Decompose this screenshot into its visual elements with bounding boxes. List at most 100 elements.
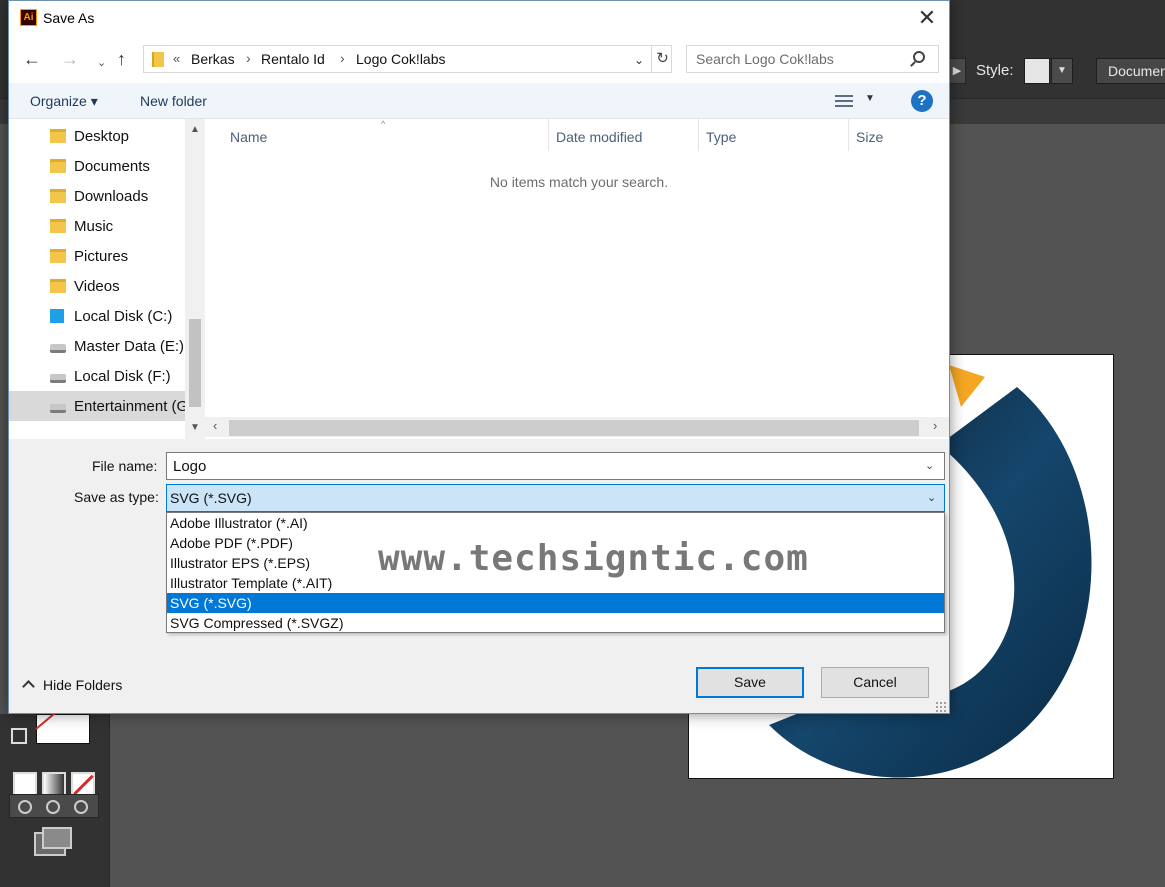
draw-behind-icon[interactable] (46, 800, 60, 814)
file-list: ^ Name Date modified Type Size No items … (205, 119, 949, 439)
chevron-down-icon[interactable]: ⌄ (628, 50, 650, 70)
chevron-down-icon[interactable]: ⌄ (927, 491, 936, 504)
save-as-type-select[interactable]: SVG (*.SVG) ⌄ (166, 484, 945, 512)
nav-item-documents[interactable]: Documents (9, 151, 185, 181)
hide-folders-button[interactable]: Hide Folders (21, 677, 122, 693)
nav-item-label: Documents (74, 158, 150, 175)
folder-icon (50, 129, 66, 143)
scroll-up-icon[interactable]: ▲ (185, 121, 205, 139)
save-as-type-label: Save as type: (74, 489, 159, 505)
scroll-thumb[interactable] (189, 319, 201, 407)
breadcrumb-item[interactable]: Logo Cok!labs (356, 51, 446, 67)
breadcrumb-item[interactable]: Rentalo Id (261, 51, 325, 67)
nav-item-local-disk-c[interactable]: Local Disk (C:) (9, 301, 185, 331)
file-name-input[interactable] (167, 453, 917, 479)
nav-item-label: Master Data (E:) (74, 338, 185, 355)
none-mode-icon[interactable] (71, 772, 95, 796)
view-dropdown-icon[interactable]: ▼ (865, 93, 875, 104)
style-arrow-icon[interactable]: ▶ (948, 58, 966, 84)
screen-mode-icon[interactable] (34, 827, 72, 856)
resize-grip-icon[interactable] (935, 701, 947, 713)
chevron-up-icon (22, 680, 35, 693)
refresh-icon[interactable]: ↻ (651, 46, 673, 72)
nav-item-master-data-e[interactable]: Master Data (E:) (9, 331, 185, 361)
folder-icon (50, 189, 66, 203)
nav-item-local-disk-f[interactable]: Local Disk (F:) (9, 361, 185, 391)
save-button[interactable]: Save (696, 667, 804, 698)
document-setup-button[interactable]: Documen (1096, 58, 1165, 84)
draw-inside-icon[interactable] (74, 800, 88, 814)
folder-icon (152, 52, 164, 67)
save-as-type-value: SVG (*.SVG) (170, 490, 252, 506)
folder-icon (50, 159, 66, 173)
scroll-thumb[interactable] (229, 420, 919, 436)
stroke-swatch[interactable] (36, 714, 90, 744)
address-bar[interactable]: « Berkas › Rentalo Id › Logo Cok!labs ⌄ … (143, 45, 672, 73)
logo-orange-shape (949, 365, 985, 407)
chevron-down-icon[interactable]: ⌄ (925, 459, 934, 472)
column-header-size[interactable]: Size (856, 129, 883, 145)
view-options-icon[interactable] (835, 94, 853, 108)
nav-item-videos[interactable]: Videos (9, 271, 185, 301)
drive-icon (50, 404, 66, 413)
nav-item-pictures[interactable]: Pictures (9, 241, 185, 271)
nav-item-music[interactable]: Music (9, 211, 185, 241)
navigation-bar: ← → ⌄ ↑ « Berkas › Rentalo Id › Logo Cok… (9, 37, 949, 83)
gradient-mode-icon[interactable] (42, 772, 66, 796)
organize-button[interactable]: Organize ▾ (30, 93, 98, 110)
column-divider[interactable] (698, 119, 699, 151)
file-name-combobox[interactable]: ⌄ (166, 452, 945, 480)
up-arrow-icon[interactable]: ↑ (117, 49, 126, 69)
breadcrumb-item[interactable]: Berkas (191, 51, 235, 67)
nav-item-label: Pictures (74, 248, 129, 265)
type-option[interactable]: SVG Compressed (*.SVGZ) (167, 613, 944, 633)
column-header-type[interactable]: Type (706, 129, 736, 145)
drive-icon (50, 344, 66, 353)
cancel-button[interactable]: Cancel (821, 667, 929, 698)
scroll-left-icon[interactable]: ‹ (213, 418, 217, 433)
scroll-down-icon[interactable]: ▼ (185, 419, 205, 437)
forward-arrow-icon[interactable]: → (61, 49, 79, 69)
new-folder-button[interactable]: New folder (140, 93, 207, 109)
search-input[interactable] (687, 46, 907, 72)
help-icon[interactable]: ? (911, 90, 933, 112)
column-header-date-modified[interactable]: Date modified (556, 129, 642, 145)
column-divider[interactable] (848, 119, 849, 151)
recent-locations-icon[interactable]: ⌄ (97, 53, 106, 73)
illustrator-tools-panel (0, 702, 110, 887)
illustrator-app-icon: Ai (20, 9, 37, 26)
type-option[interactable]: Adobe Illustrator (*.AI) (167, 513, 944, 533)
scroll-right-icon[interactable]: › (933, 418, 937, 433)
column-divider[interactable] (548, 119, 549, 151)
navigation-pane: Desktop Documents Downloads Music Pictur… (9, 119, 205, 439)
search-icon[interactable] (913, 51, 925, 63)
close-button[interactable]: ✕ (905, 1, 949, 37)
back-arrow-icon[interactable]: ← (23, 49, 41, 69)
nav-pane-scrollbar[interactable]: ▲ ▼ (185, 119, 205, 439)
style-dropdown-icon[interactable]: ▼ (1051, 58, 1073, 84)
nav-item-label: Desktop (74, 128, 130, 145)
column-header-name[interactable]: Name (230, 129, 267, 145)
windows-drive-icon (50, 309, 64, 323)
breadcrumb-separator-icon[interactable]: › (340, 50, 345, 66)
draw-modes-bar (9, 794, 99, 818)
save-as-dialog: Ai Save As ✕ ← → ⌄ ↑ « Berkas › Rentalo … (8, 0, 950, 714)
style-swatch[interactable] (1024, 58, 1050, 84)
dialog-titlebar: Ai Save As ✕ (9, 1, 949, 37)
default-colors-icon[interactable] (11, 728, 27, 744)
sort-ascending-icon: ^ (381, 119, 386, 129)
nav-item-label: Downloads (74, 188, 149, 205)
breadcrumb-overflow-icon[interactable]: « (173, 51, 180, 66)
empty-message: No items match your search. (489, 174, 669, 190)
nav-item-downloads[interactable]: Downloads (9, 181, 185, 211)
breadcrumb-separator-icon[interactable]: › (246, 50, 251, 66)
nav-item-desktop[interactable]: Desktop (9, 121, 185, 151)
nav-item-entertainment-g[interactable]: Entertainment (G (9, 391, 188, 421)
file-list-scrollbar[interactable]: ‹ › (205, 417, 949, 437)
type-option-selected[interactable]: SVG (*.SVG) (167, 593, 944, 613)
nav-item-label: Music (74, 218, 114, 235)
search-box[interactable] (686, 45, 939, 73)
color-mode-icon[interactable] (13, 772, 37, 796)
folder-icon (50, 219, 66, 233)
draw-normal-icon[interactable] (18, 800, 32, 814)
